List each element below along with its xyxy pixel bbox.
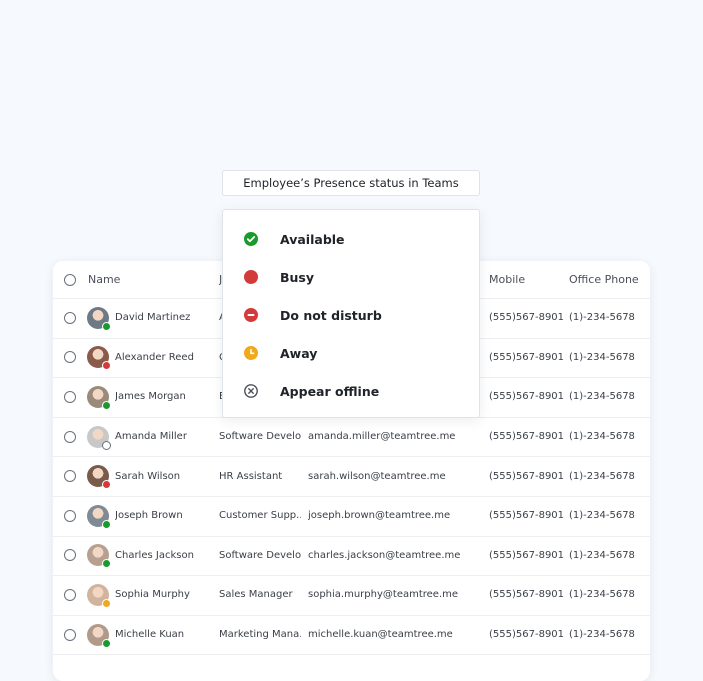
legend-item-do-not-disturb: Do not disturb (223, 304, 479, 326)
offline-status-icon (102, 440, 111, 450)
avatar (87, 465, 111, 490)
away-status-icon (102, 598, 111, 608)
job-title: Marketing Mana... (219, 629, 301, 641)
email: joseph.brown@teamtree.me (308, 510, 451, 522)
email: michelle.kuan@teamtree.me (308, 629, 453, 641)
office-phone: (1)-234-5678 (569, 510, 635, 522)
table-row[interactable]: Charles Jackson Software Develo... charles… (53, 536, 650, 577)
row-checkbox[interactable] (64, 430, 76, 443)
job-title: Software Develo... (219, 431, 301, 443)
away-clock-icon (244, 346, 258, 360)
mobile-phone: (555)567-8901 (489, 431, 564, 443)
header-mobile[interactable]: Mobile (489, 261, 525, 298)
table-row[interactable]: Sophia Murphy Sales Manager sophia.murphy@… (53, 575, 650, 616)
job-title: Customer Supp... (219, 510, 301, 522)
avatar (87, 504, 111, 529)
email: amanda.miller@teamtree.me (308, 431, 456, 443)
employee-name: David Martinez (115, 312, 191, 324)
legend-item-offline: Appear offline (223, 380, 479, 402)
mobile-phone: (555)567-8901 (489, 549, 564, 561)
avatar (87, 583, 111, 608)
available-status-icon (102, 400, 111, 410)
legend-label: Do not disturb (280, 307, 382, 323)
employee-name: Alexander Reed (115, 351, 194, 363)
office-phone: (1)-234-5678 (569, 431, 635, 443)
busy-dot-icon (244, 270, 258, 284)
avatar (87, 385, 111, 410)
legend-item-busy: Busy (223, 266, 479, 288)
employee-name: Sophia Murphy (115, 589, 190, 601)
avatar (87, 544, 111, 569)
email: charles.jackson@teamtree.me (308, 549, 461, 561)
mobile-phone: (555)567-8901 (489, 510, 564, 522)
employee-name: Joseph Brown (115, 510, 183, 522)
header-office-phone[interactable]: Office Phone (569, 261, 639, 298)
mobile-phone: (555)567-8901 (489, 470, 564, 482)
job-title: Software Develo... (219, 549, 301, 561)
avatar (87, 623, 111, 648)
legend-title: Employee’s Presence status in Teams (222, 170, 480, 196)
avatar (87, 425, 111, 450)
busy-status-icon (102, 361, 111, 371)
legend-label: Away (280, 345, 318, 361)
header-name[interactable]: Name (88, 261, 120, 298)
row-checkbox[interactable] (64, 588, 76, 601)
legend-label: Busy (280, 269, 315, 285)
row-checkbox[interactable] (64, 351, 76, 364)
do-not-disturb-icon (244, 308, 258, 322)
office-phone: (1)-234-5678 (569, 470, 635, 482)
row-checkbox[interactable] (64, 390, 76, 403)
avatar (87, 346, 111, 371)
legend-label: Appear offline (280, 383, 380, 399)
legend-label: Available (280, 231, 345, 247)
employee-name: Charles Jackson (115, 549, 194, 561)
employee-name: Michelle Kuan (115, 629, 185, 641)
table-row[interactable]: Joseph Brown Customer Supp... joseph.brown… (53, 496, 650, 537)
available-status-icon (102, 559, 111, 569)
employee-name: Amanda Miller (115, 431, 187, 443)
busy-status-icon (102, 480, 111, 490)
office-phone: (1)-234-5678 (569, 549, 635, 561)
office-phone: (1)-234-5678 (569, 312, 635, 324)
legend-item-available: Available (223, 228, 479, 250)
job-title: Sales Manager (219, 589, 293, 601)
table-row[interactable]: Sarah Wilson HR Assistant sarah.wilson@tea… (53, 456, 650, 497)
mobile-phone: (555)567-8901 (489, 629, 564, 641)
mobile-phone: (555)567-8901 (489, 351, 564, 363)
email: sophia.murphy@teamtree.me (308, 589, 459, 601)
available-status-icon (102, 519, 111, 529)
row-checkbox[interactable] (64, 549, 76, 562)
select-all-checkbox[interactable] (64, 273, 76, 286)
row-checkbox[interactable] (64, 311, 76, 324)
offline-x-icon (244, 384, 258, 398)
row-checkbox[interactable] (64, 628, 76, 641)
available-check-icon (244, 232, 258, 246)
mobile-phone: (555)567-8901 (489, 391, 564, 403)
table-row[interactable]: Amanda Miller Software Develo... amanda.mi… (53, 417, 650, 458)
legend-item-away: Away (223, 342, 479, 364)
avatar (87, 306, 111, 331)
table-row[interactable]: Michelle Kuan Marketing Mana... michelle.k… (53, 615, 650, 656)
job-title: HR Assistant (219, 470, 283, 482)
office-phone: (1)-234-5678 (569, 391, 635, 403)
mobile-phone: (555)567-8901 (489, 312, 564, 324)
available-status-icon (102, 321, 111, 331)
office-phone: (1)-234-5678 (569, 629, 635, 641)
presence-legend-panel: Available Busy Do not disturb Away Appea… (222, 209, 480, 418)
office-phone: (1)-234-5678 (569, 589, 635, 601)
email: sarah.wilson@teamtree.me (308, 470, 446, 482)
employee-name: James Morgan (115, 391, 186, 403)
mobile-phone: (555)567-8901 (489, 589, 564, 601)
row-checkbox[interactable] (64, 509, 76, 522)
available-status-icon (102, 638, 111, 648)
employee-name: Sarah Wilson (115, 470, 181, 482)
office-phone: (1)-234-5678 (569, 351, 635, 363)
row-checkbox[interactable] (64, 470, 76, 483)
